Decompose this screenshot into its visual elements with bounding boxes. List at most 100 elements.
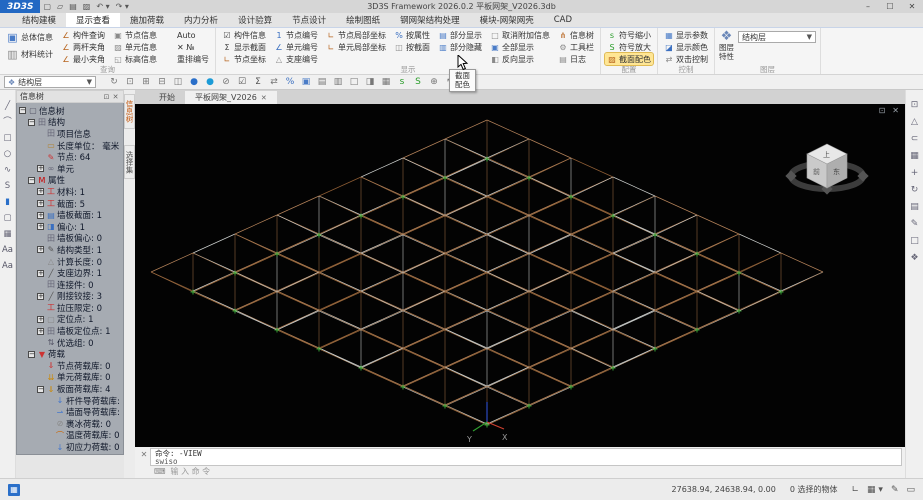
titlebar-icon-2[interactable]: ▤ xyxy=(69,0,77,13)
status-icon-0[interactable]: ∟ xyxy=(852,485,860,495)
close-button[interactable]: ✕ xyxy=(901,0,923,13)
ribbon-button-节点编号[interactable]: 1 节点编号 xyxy=(272,29,320,41)
titlebar-icon-4[interactable]: ↶ ▾ xyxy=(96,0,109,13)
model-viewport[interactable]: ⊡ ✕ XY 上 前 东 xyxy=(135,104,905,447)
titlebar-icon-3[interactable]: ▨ xyxy=(83,0,91,13)
ribbon-button-截面配色[interactable]: ▨ 截面配色 xyxy=(604,52,654,66)
menu-tab-绘制图纸[interactable]: 绘制图纸 xyxy=(336,13,390,27)
tree-item-计算长度: 0[interactable]: +△计算长度: 0 xyxy=(17,256,123,268)
draw-tool-icon-0[interactable]: ╱ xyxy=(5,98,10,114)
draw-tool-icon-4[interactable]: ∿ xyxy=(4,162,11,178)
titlebar-icon-1[interactable]: ▱ xyxy=(57,0,63,13)
view-tool-icon-4[interactable]: + xyxy=(911,168,919,179)
menu-tab-CAD[interactable]: CAD xyxy=(544,13,582,27)
quickbar-icon-15[interactable]: □ xyxy=(346,75,362,89)
menu-tab-设计验算[interactable]: 设计验算 xyxy=(228,13,282,27)
view-tool-icon-9[interactable]: ❖ xyxy=(910,253,918,264)
ribbon-button-显示参数[interactable]: ▦ 显示参数 xyxy=(662,29,710,41)
quickbar-icon-16[interactable]: ◨ xyxy=(362,75,378,89)
quickbar-icon-20[interactable]: ⊕ xyxy=(426,75,442,89)
ribbon-button-显示颜色[interactable]: ◪ 显示颜色 xyxy=(662,41,710,53)
ribbon-button-取消附加信息[interactable]: □ 取消附加信息 xyxy=(488,29,552,41)
tree-item-单元荷载库: 0[interactable]: +⇊单元荷载库: 0 xyxy=(17,372,123,384)
quickbar-icon-13[interactable]: ▤ xyxy=(314,75,330,89)
command-close-icon[interactable]: ✕ xyxy=(138,448,150,466)
ribbon-button-日志[interactable]: ▤ 日志 xyxy=(556,53,596,65)
draw-tool-icon-5[interactable]: S xyxy=(5,178,10,194)
structure-layer-dropdown[interactable]: 结构层 ▼ xyxy=(738,31,816,43)
ribbon-button-全部显示[interactable]: ▣ 全部显示 xyxy=(488,41,552,53)
tree-item-拉压限定: 0[interactable]: +工拉压限定: 0 xyxy=(17,302,123,314)
ribbon-button-✕ №[interactable]: ✕ № xyxy=(163,41,211,53)
view-tool-icon-5[interactable]: ↻ xyxy=(911,185,919,196)
tree-item-支座边界: 1[interactable]: + ╱ 支座边界: 1 xyxy=(17,267,123,279)
float-viewport-icon[interactable]: ⊡ xyxy=(879,106,886,115)
draw-tool-icon-7[interactable]: ▢ xyxy=(3,210,11,226)
view-cube[interactable]: 上 前 东 xyxy=(765,118,885,228)
ribbon-button-单元局部坐标[interactable]: ∟ 单元局部坐标 xyxy=(324,41,388,53)
minimize-button[interactable]: – xyxy=(857,0,879,13)
tree-item-节点: 64[interactable]: +✎节点: 64 xyxy=(17,151,123,164)
menu-tab-内力分析[interactable]: 内力分析 xyxy=(174,13,228,27)
ribbon-button-节点坐标[interactable]: ∟ 节点坐标 xyxy=(220,53,268,65)
tree-item-单元[interactable]: + ∞ 单元 xyxy=(17,163,123,175)
ribbon-button-构件信息[interactable]: ☑ 构件信息 xyxy=(220,29,268,41)
tree-expander-icon[interactable]: + xyxy=(37,165,44,173)
tree-expander-icon[interactable]: − xyxy=(28,176,35,184)
pin-icon[interactable]: ⊡ xyxy=(102,93,111,101)
tree-item-属性[interactable]: − M 属性 xyxy=(17,175,123,186)
tree-expander-icon[interactable]: + xyxy=(37,223,44,231)
tree-item-材料: 1[interactable]: + 工材料: 1 xyxy=(17,186,123,198)
view-tool-icon-8[interactable]: □ xyxy=(910,236,919,247)
tree-item-连接件: 0[interactable]: +田连接件: 0 xyxy=(17,279,123,291)
menu-tab-钢网架结构处理[interactable]: 钢网架结构处理 xyxy=(390,13,470,27)
tree-item-偏心: 1[interactable]: + ◨ 偏心: 1 xyxy=(17,221,123,233)
quickbar-icon-6[interactable]: ● xyxy=(202,75,218,89)
quickbar-icon-5[interactable]: ● xyxy=(186,75,202,89)
titlebar-icon-5[interactable]: ↷ ▾ xyxy=(116,0,129,13)
draw-tool-icon-6[interactable]: ▮ xyxy=(5,194,10,210)
tree-expander-icon[interactable]: − xyxy=(28,350,35,358)
view-tool-icon-7[interactable]: ✎ xyxy=(911,219,919,230)
ribbon-button-支座编号[interactable]: △ 支座编号 xyxy=(272,53,320,65)
tree-item-项目信息[interactable]: +田项目信息 xyxy=(17,128,123,140)
quickbar-icon-12[interactable]: ▣ xyxy=(298,75,314,89)
quickbar-icon-19[interactable]: S xyxy=(410,75,426,89)
draw-tool-icon-3[interactable]: ○ xyxy=(4,146,11,162)
quickbar-icon-4[interactable]: ◫ xyxy=(170,75,186,89)
tree-item-定位点: 1[interactable]: + ▢ 定位点: 1 xyxy=(17,314,123,325)
status-icon-1[interactable]: ▦ ▾ xyxy=(867,485,883,495)
ribbon-button-Auto[interactable]: Auto xyxy=(163,29,211,41)
ribbon-button-部分显示[interactable]: ▤ 部分显示 xyxy=(436,29,484,41)
tree-expander-icon[interactable]: + xyxy=(37,269,44,277)
tree-expander-icon[interactable]: + xyxy=(37,200,44,208)
tree-expander-icon[interactable]: + xyxy=(37,327,44,335)
ribbon-button-反向显示[interactable]: ◧ 反向显示 xyxy=(488,53,552,65)
draw-tool-icon-8[interactable]: ▦ xyxy=(3,226,11,242)
doc-tab-开始[interactable]: 开始 xyxy=(149,91,185,104)
draw-tool-icon-1[interactable]: ⌒ xyxy=(3,114,12,130)
ribbon-button-单元编号[interactable]: ∠ 单元编号 xyxy=(272,41,320,53)
tree-item-墙面导荷载库: 0[interactable]: +⇀墙面导荷载库: 0 xyxy=(17,406,123,419)
view-tool-icon-3[interactable]: ▦ xyxy=(910,151,919,162)
ribbon-button-按截面[interactable]: ◫ 按截面 xyxy=(392,41,432,53)
tree-item-刚接铰接: 3[interactable]: + ╱ 刚接铰接: 3 xyxy=(17,291,123,302)
tree-item-长度单位： 毫米[interactable]: +▭长度单位： 毫米 xyxy=(17,140,123,152)
ribbon-button-按属性[interactable]: % 按属性 xyxy=(392,29,432,41)
titlebar-icon-0[interactable]: ▢ xyxy=(43,0,51,13)
tree-item-优选组: 0[interactable]: +⇅优选组: 0 xyxy=(17,337,123,349)
draw-tool-icon-9[interactable]: Aa xyxy=(2,242,13,258)
tree-item-板面荷载库: 4[interactable]: − ⇓ 板面荷载库: 4 xyxy=(17,383,123,395)
quickbar-icon-3[interactable]: ⊟ xyxy=(154,75,170,89)
ribbon-button-单元信息[interactable]: ▨ 单元信息 xyxy=(111,41,159,53)
doc-tab-close-icon[interactable]: ✕ xyxy=(261,94,267,102)
ribbon-button-两杆夹角[interactable]: ∠ 两杆夹角 xyxy=(59,41,107,53)
ribbon-button-节点信息[interactable]: ▣ 节点信息 xyxy=(111,29,159,41)
ribbon-button-符号缩小[interactable]: s 符号缩小 xyxy=(605,29,653,41)
view-tool-icon-2[interactable]: ⊂ xyxy=(911,134,919,145)
status-icon-2[interactable]: ✎ xyxy=(891,485,899,495)
quickbar-icon-14[interactable]: ▥ xyxy=(330,75,346,89)
view-tool-icon-0[interactable]: ⊡ xyxy=(911,100,919,111)
tree-item-结构[interactable]: − 田结构 xyxy=(17,117,123,128)
quickbar-icon-7[interactable]: ⊘ xyxy=(218,75,234,89)
